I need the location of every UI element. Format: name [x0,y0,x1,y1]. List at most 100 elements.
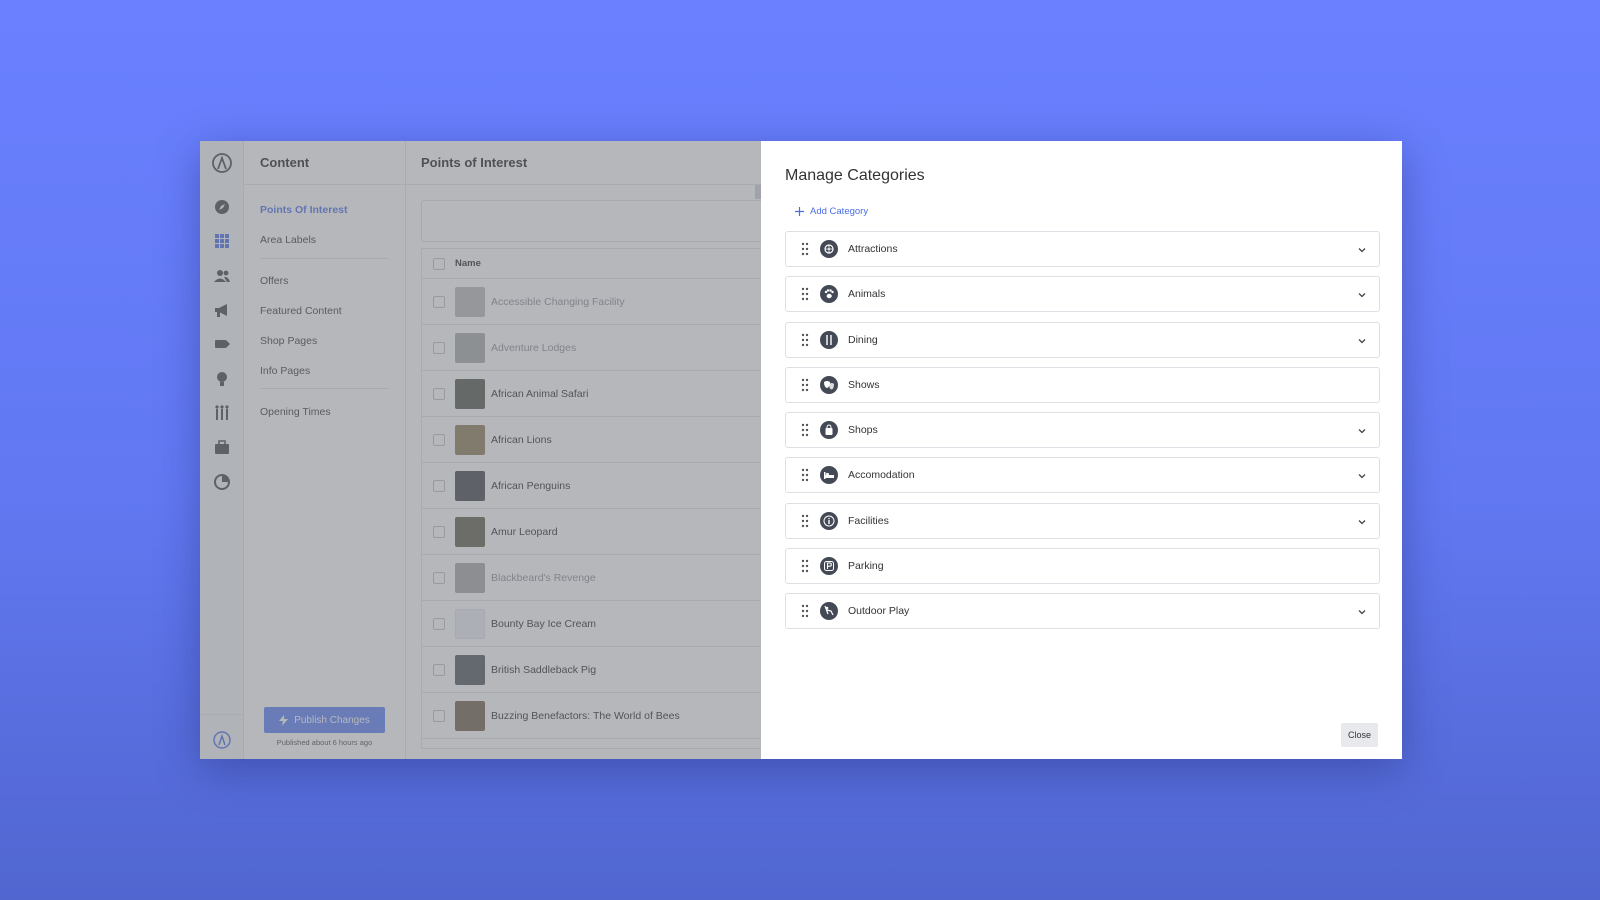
app-logo-icon [212,153,232,173]
sidebar-item-featured-content[interactable]: Featured Content [260,305,342,317]
sidebar-title: Content [244,141,405,185]
row-name: Buzzing Benefactors: The World of Bees [491,709,680,722]
bed-icon [820,466,838,485]
thumbnail-image [455,332,485,363]
grid-icon[interactable] [213,232,231,250]
icon-rail [200,141,244,759]
category-item-parking[interactable]: Parking [785,548,1380,585]
add-category-button[interactable]: Add Category [795,206,868,217]
chevron-down-icon[interactable] [1357,336,1367,346]
sidebar-item-points-of-interest[interactable]: Points Of Interest [260,204,348,216]
chevron-down-icon[interactable] [1357,426,1367,436]
thumbnail-image [455,286,485,317]
thumbnail-image [455,700,485,731]
thumbnail-image [455,424,485,455]
row-checkbox[interactable] [433,479,445,492]
manage-categories-modal: Manage Categories Add Category Attractio… [761,141,1402,759]
cutlery-icon [820,330,838,349]
category-item-outdoor-play[interactable]: Outdoor Play [785,593,1380,630]
drag-handle-icon[interactable] [800,604,810,618]
category-list: Attractions Animals Dining Shows Shops A… [785,231,1380,639]
row-checkbox[interactable] [433,663,445,676]
category-label: Parking [848,560,884,573]
table-row[interactable]: British Saddleback Pig [422,647,764,693]
sidebar-item-shop-pages[interactable]: Shop Pages [260,335,317,347]
table-row[interactable]: Accessible Changing Facility [422,279,764,325]
category-item-dining[interactable]: Dining [785,321,1380,358]
drag-handle-icon[interactable] [800,333,810,347]
parking-icon [820,557,838,576]
chevron-down-icon[interactable] [1357,517,1367,527]
row-checkbox[interactable] [433,525,445,538]
publish-changes-label: Publish Changes [294,714,370,726]
row-checkbox[interactable] [433,387,445,400]
content-sidebar: Content Points Of Interest Area Labels O… [244,141,406,759]
row-checkbox[interactable] [433,571,445,584]
table-row[interactable]: African Penguins [422,463,764,509]
category-item-shops[interactable]: Shops [785,412,1380,449]
drag-handle-icon[interactable] [800,559,810,573]
tag-icon[interactable] [213,335,231,353]
drag-handle-icon[interactable] [800,287,810,301]
row-checkbox[interactable] [433,341,445,354]
thumbnail-image [455,654,485,685]
chart-icon[interactable] [213,473,231,491]
sidebar-item-info-pages[interactable]: Info Pages [260,365,310,377]
category-item-shows[interactable]: Shows [785,366,1380,403]
chevron-down-icon[interactable] [1357,471,1367,481]
drag-handle-icon[interactable] [800,514,810,528]
queue-icon[interactable] [213,404,231,422]
thumbnail-image [455,516,485,547]
account-logo-icon[interactable] [213,731,231,749]
thumbnail-image [455,470,485,501]
points-of-interest-panel: Points of Interest Name Accessible Chang… [406,141,765,759]
drag-handle-icon[interactable] [800,468,810,482]
table-row[interactable]: Amur Leopard [422,509,764,555]
row-checkbox[interactable] [433,617,445,630]
category-item-animals[interactable]: Animals [785,276,1380,313]
search-input[interactable] [421,200,765,242]
table-row[interactable]: Bounty Bay Ice Cream [422,601,764,647]
category-label: Dining [848,333,878,346]
select-all-checkbox[interactable] [433,257,445,270]
users-icon[interactable] [213,267,231,285]
category-item-facilities[interactable]: Facilities [785,502,1380,539]
table-row[interactable]: African Lions [422,417,764,463]
sidebar-item-area-labels[interactable]: Area Labels [260,234,316,246]
drag-handle-icon[interactable] [800,423,810,437]
category-item-accomodation[interactable]: Accomodation [785,457,1380,494]
sidebar-divider [260,258,389,259]
chevron-down-icon[interactable] [1357,290,1367,300]
content-page: Content Points Of Interest Area Labels O… [200,141,765,759]
drag-handle-icon[interactable] [800,378,810,392]
paw-icon [820,285,838,304]
close-button[interactable]: Close [1341,723,1378,747]
publish-changes-button[interactable]: Publish Changes [264,707,385,733]
table-row[interactable]: Buzzing Benefactors: The World of Bees [422,693,764,739]
category-label: Attractions [848,243,898,255]
category-label: Accomodation [848,469,915,482]
ferris-wheel-icon [820,240,838,258]
category-label: Outdoor Play [848,605,910,618]
theatre-masks-icon [820,375,838,394]
table-row[interactable]: Blackbeard's Revenge [422,555,764,601]
category-label: Shops [848,424,878,437]
row-checkbox[interactable] [433,709,445,722]
published-status: Published about 6 hours ago [276,738,373,747]
row-checkbox[interactable] [433,295,445,308]
table-row[interactable]: Adventure Lodges [422,325,764,371]
table-row[interactable]: African Animal Safari [422,371,764,417]
compass-icon[interactable] [213,198,231,216]
row-name: Amur Leopard [491,525,558,538]
swing-icon [820,602,838,621]
briefcase-icon[interactable] [213,439,231,457]
sidebar-item-offers[interactable]: Offers [260,275,288,287]
lightbulb-icon[interactable] [213,370,231,388]
category-item-attractions[interactable]: Attractions [785,231,1380,267]
chevron-down-icon[interactable] [1357,245,1367,255]
megaphone-icon[interactable] [213,301,231,319]
sidebar-item-opening-times[interactable]: Opening Times [260,406,331,418]
drag-handle-icon[interactable] [800,242,810,256]
row-checkbox[interactable] [433,433,445,446]
chevron-down-icon[interactable] [1357,607,1367,617]
